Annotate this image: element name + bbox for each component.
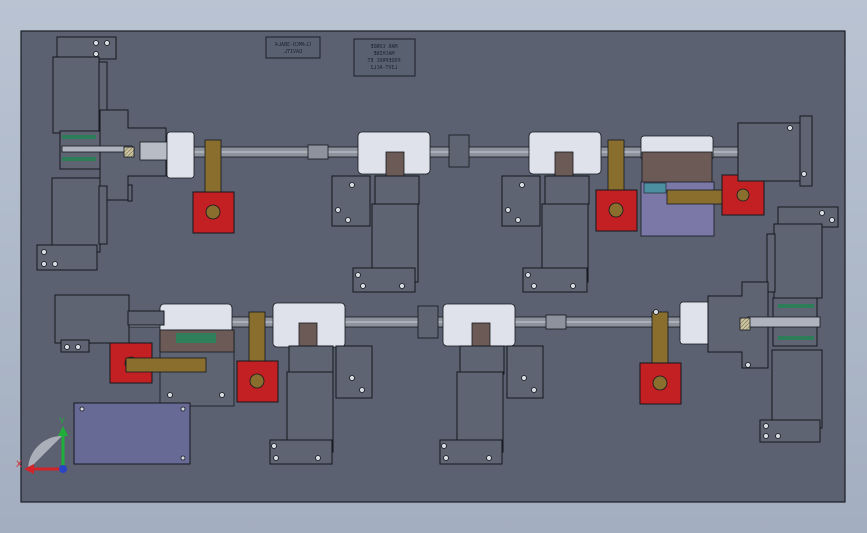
nameplate-left: CL4MCO-3BAL4 DAVITL (265, 36, 321, 59)
model-viewport[interactable]: CL4MCO-3BAL4 DAVITL MAR CONDE MACHINE PO… (0, 0, 867, 533)
y-axis-label: Y (59, 416, 65, 426)
mounting-plate[interactable] (73, 402, 191, 465)
assembly-drawing[interactable]: CL4MCO-3BAL4 DAVITL MAR CONDE MACHINE PO… (0, 0, 867, 533)
nameplate-right-line3: PODEPROC ET (367, 58, 400, 64)
nameplate-right-line4: L3VT-ACL2 (370, 65, 397, 71)
nameplate-right-line2: MACHINE (373, 51, 394, 57)
x-axis-label: X (16, 459, 22, 469)
nameplate-left-line2: DAVITL (284, 49, 302, 55)
nameplate-right-line1: MAR CONDE (370, 44, 397, 50)
nameplate-left-line1: CL4MCO-3BAL4 (275, 42, 311, 48)
top-right-motor[interactable] (737, 115, 813, 187)
nameplate-right: MAR CONDE MACHINE PODEPROC ET L3VT-ACL2 (353, 38, 416, 77)
